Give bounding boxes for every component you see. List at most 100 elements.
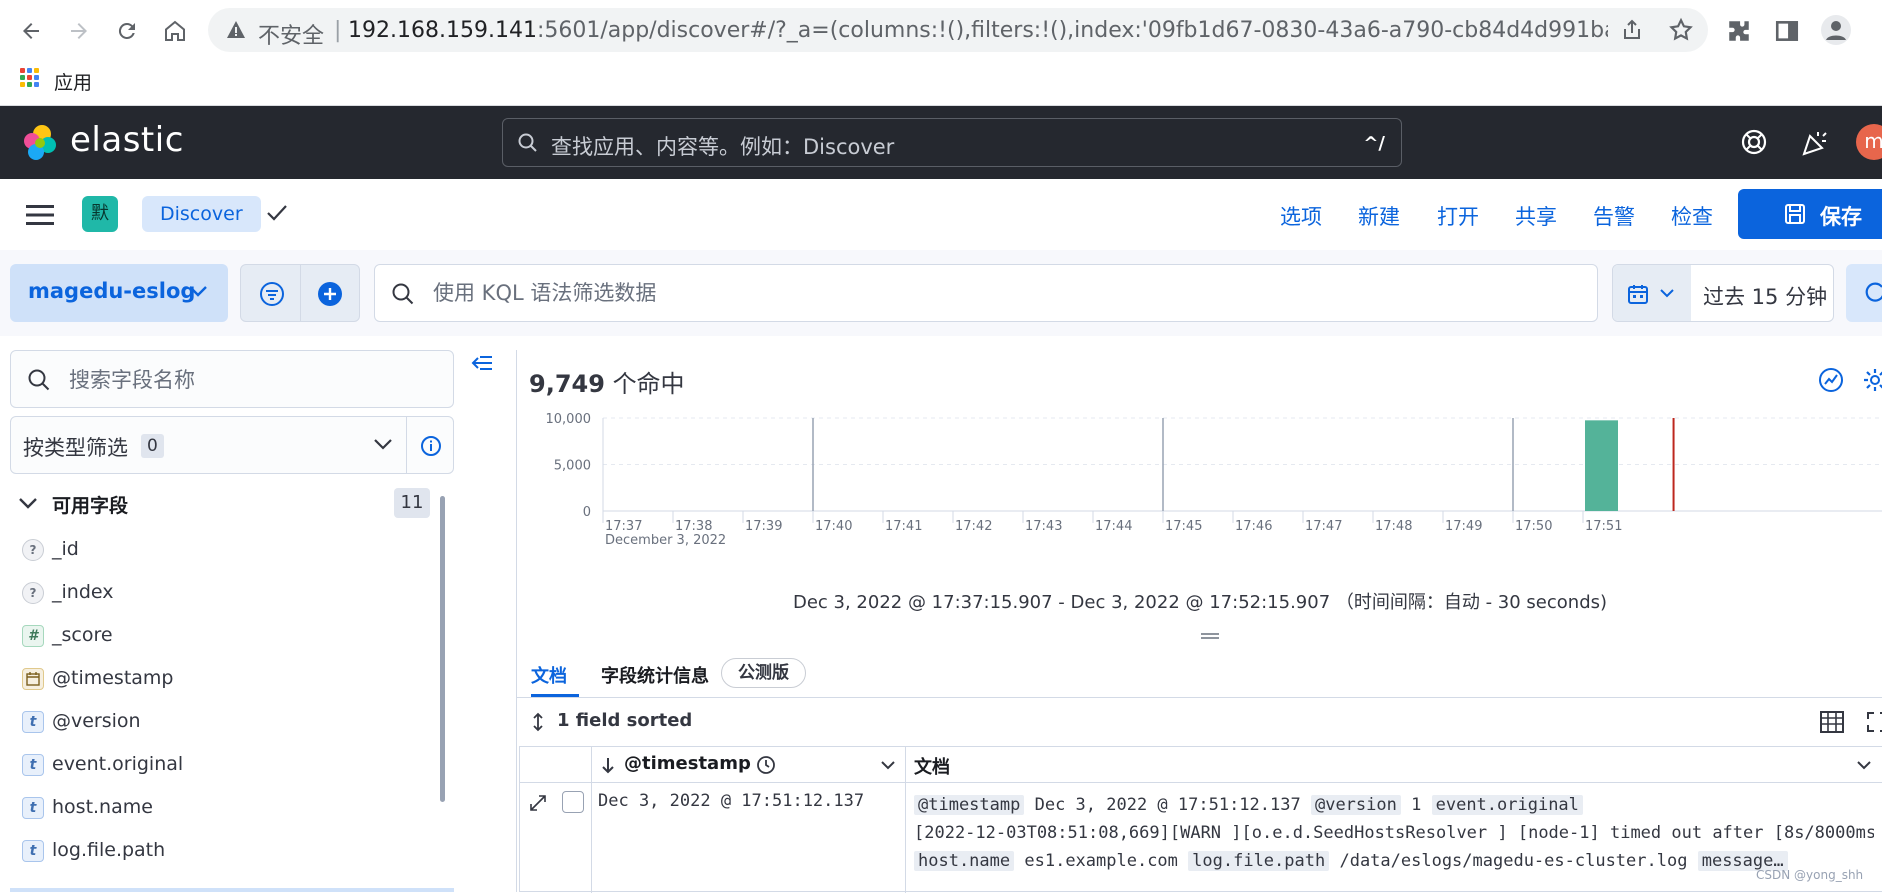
reload-button[interactable] [110,14,144,48]
histogram-bar [1585,420,1618,511]
menu-options[interactable]: 选项 [1280,201,1322,231]
field-item-id[interactable]: ? _id [22,532,422,568]
field-item-event-original[interactable]: t event.original [22,747,422,783]
breadcrumb-discover[interactable]: Discover [142,196,261,232]
expand-icon[interactable] [528,793,548,813]
date-picker[interactable]: 过去 15 分钟 [1612,264,1834,322]
profile-icon[interactable] [1820,14,1852,46]
calendar-icon [1628,285,1648,304]
resize-handle-icon[interactable] [1200,632,1220,640]
browser-toolbar: 不安全 | 192.168.159.141:5601/app/discover#… [0,0,1882,60]
menu-inspect[interactable]: 检查 [1671,201,1713,231]
apps-bookmark[interactable]: 应用 [54,68,92,95]
check-icon [267,205,287,221]
field-item-version[interactable]: t @version [22,704,422,740]
density-icon[interactable] [1819,710,1845,734]
menu-new[interactable]: 新建 [1358,201,1400,231]
tab-field-statistics[interactable]: 字段统计信息 [601,662,709,688]
quick-date-menu[interactable] [1613,265,1691,321]
field-item-timestamp[interactable]: @timestamp [22,661,422,697]
tab-documents[interactable]: 文档 [531,662,567,688]
chevron-down-icon [1660,289,1674,298]
refresh-button[interactable] [1846,264,1882,322]
hits-count: 9,749 [529,370,605,398]
menu-open[interactable]: 打开 [1437,201,1479,231]
refresh-icon [1865,282,1882,302]
view-tabs: 文档 字段统计信息 公测版 [517,648,1882,698]
grid-header: @timestamp 文档 [520,747,1882,783]
visualize-icon[interactable] [1817,366,1845,394]
doc-value: es1.example.com [1024,851,1178,871]
help-icon[interactable] [1740,128,1768,156]
insecure-label: 不安全 [258,24,325,49]
search-icon [28,369,50,391]
filter-menu-icon[interactable] [259,281,285,307]
url-path: :5601/app/discover#/?_a=(columns:!(),fil… [536,18,1608,43]
app-bar: 默 Discover 选项 新建 打开 共享 告警 检查 保存 [0,179,1882,250]
row-checkbox[interactable] [562,791,584,813]
column-header-document[interactable]: 文档 [906,747,1882,783]
available-fields-header[interactable]: 可用字段 11 [18,484,430,524]
menu-share[interactable]: 共享 [1515,201,1557,231]
kql-search-box[interactable] [374,264,1598,322]
global-search[interactable]: 查找应用、内容等。例如：Discover ^/ [502,118,1402,167]
date-type-icon [22,668,44,690]
text-type-icon: t [22,754,44,776]
extensions-icon[interactable] [1726,18,1752,44]
field-item-host-name[interactable]: t host.name [22,790,422,826]
gear-icon[interactable] [1861,366,1882,394]
beta-badge: 公测版 [721,658,806,688]
type-filter[interactable]: 按类型筛选 0 [10,416,454,474]
doc-value: 1 [1411,795,1422,815]
sort-icon[interactable] [529,712,547,732]
field-item-log-file-path[interactable]: t log.file.path [22,833,422,869]
type-filter-count: 0 [141,434,164,458]
elastic-header: elastic 查找应用、内容等。例如：Discover ^/ m [0,106,1882,179]
elastic-brand[interactable]: elastic [70,120,184,160]
x-tick-label: 17:51 [1585,519,1622,534]
text-type-icon: t [22,840,44,862]
user-avatar[interactable]: m [1856,124,1882,160]
space-avatar[interactable]: 默 [82,196,118,232]
menu-icon[interactable] [26,203,54,227]
sidebar-scrollbar[interactable] [440,496,445,802]
x-tick-label: 17:46 [1235,519,1272,534]
document-grid: @timestamp 文档 Dec 3, 2022 @ 17:51:12.137… [519,746,1882,893]
field-item-score[interactable]: # _score [22,618,422,654]
menu-alerts[interactable]: 告警 [1593,201,1635,231]
field-name: _index [52,581,114,603]
column-header-timestamp[interactable]: @timestamp [592,747,906,783]
back-button[interactable] [14,14,48,48]
back-arrow-icon [23,23,39,39]
elastic-logo-icon[interactable] [20,123,60,163]
url-text[interactable]: 192.168.159.141:5601/app/discover#/?_a=(… [348,18,1608,43]
apps-grid-icon[interactable] [20,68,39,87]
news-feed-icon[interactable] [1800,128,1830,158]
x-tick-label: 17:48 [1375,519,1412,534]
save-button-label: 保存 [1820,205,1862,229]
forward-button[interactable] [62,14,96,48]
kql-input[interactable] [433,275,1533,311]
field-search-input[interactable] [69,363,439,397]
info-icon[interactable] [420,435,442,457]
share-page-icon[interactable] [1620,18,1644,42]
bookmark-star-icon[interactable] [1668,17,1694,43]
address-bar[interactable]: 不安全 | 192.168.159.141:5601/app/discover#… [208,8,1708,52]
histogram-chart[interactable]: 0 5,000 10,000 17:37 17:38 17:39 17:40 17:41 17:… [517,410,1882,580]
add-filter-icon[interactable] [317,281,343,307]
side-panel-icon[interactable] [1774,18,1800,44]
fullscreen-icon[interactable] [1865,710,1882,734]
collapse-sidebar-icon[interactable] [470,354,494,374]
calendar-icon [26,672,40,686]
save-icon [1785,204,1805,224]
home-button[interactable] [158,14,192,48]
sort-label[interactable]: 1 field sorted [557,710,692,731]
url-separator: | [334,18,342,43]
field-search[interactable] [10,350,454,408]
data-view-picker[interactable]: magedu-eslog [10,264,228,322]
save-button[interactable]: 保存 [1738,189,1882,239]
x-tick-label: 17:45 [1165,519,1202,534]
field-item-index[interactable]: ? _index [22,575,422,611]
table-row: Dec 3, 2022 @ 17:51:12.137 @timestamp De… [520,783,1882,893]
field-name: _score [52,624,113,646]
